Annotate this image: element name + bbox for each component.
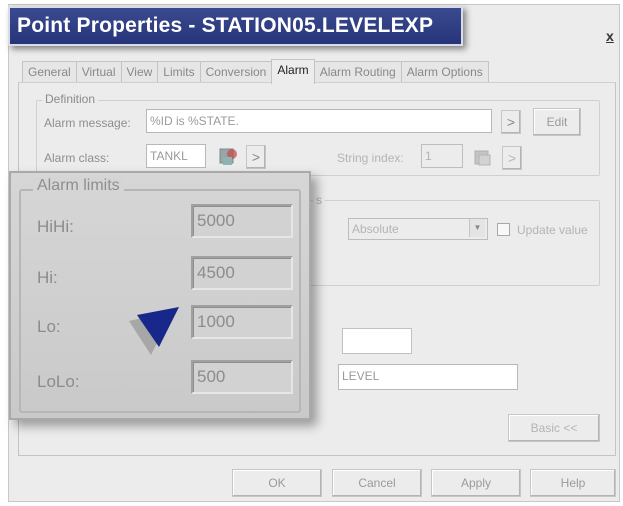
lolo-label: LoLo: — [37, 372, 80, 391]
tab-alarm-routing[interactable]: Alarm Routing — [313, 61, 402, 83]
hihi-label: HiHi: — [37, 217, 74, 236]
alarm-limits-zoom-callout: Alarm limits HiHi: 5000 Hi: 4500 Lo: 100… — [9, 171, 311, 420]
ok-button[interactable]: OK — [232, 469, 322, 497]
alarm-class-browse-button[interactable]: > — [246, 145, 266, 169]
cancel-button[interactable]: Cancel — [332, 469, 422, 497]
alarm-message-input[interactable]: %ID is %STATE. — [146, 109, 492, 133]
deadband-legend: s — [313, 193, 325, 207]
help-button[interactable]: Help — [530, 469, 616, 497]
tab-alarm[interactable]: Alarm — [271, 59, 315, 84]
tab-general[interactable]: General — [22, 61, 77, 83]
definition-legend: Definition — [42, 92, 99, 106]
pointer-arrow-icon — [129, 307, 179, 355]
tab-limits[interactable]: Limits — [157, 61, 201, 83]
close-button[interactable]: x — [606, 28, 614, 44]
string-index-browse-button: > — [502, 146, 522, 170]
tab-conversion[interactable]: Conversion — [199, 61, 273, 83]
alarm-class-label: Alarm class: — [44, 151, 110, 165]
update-value-checkbox — [497, 223, 510, 236]
edit-button[interactable]: Edit — [533, 108, 581, 136]
combo-arrow-icon: ▼ — [469, 219, 485, 237]
hihi-input[interactable]: 5000 — [191, 204, 293, 238]
alarm-message-browse-button[interactable]: > — [501, 110, 521, 134]
hi-input[interactable]: 4500 — [191, 256, 293, 290]
tab-strip: General Virtual View Limits Conversion A… — [22, 59, 489, 84]
tab-virtual[interactable]: Virtual — [75, 61, 122, 83]
tag-input[interactable]: LEVEL — [338, 364, 518, 390]
tab-view[interactable]: View — [120, 61, 159, 83]
deadband-group — [300, 200, 600, 286]
apply-button[interactable]: Apply — [431, 469, 521, 497]
lo-input[interactable]: 1000 — [191, 305, 293, 339]
lolo-input[interactable]: 500 — [191, 360, 293, 394]
string-index-icon — [472, 146, 494, 168]
deadband-mode-combo: Absolute — [348, 218, 488, 240]
alarm-limits-legend: Alarm limits — [33, 177, 124, 195]
hi-label: Hi: — [37, 268, 58, 287]
string-index-input: 1 — [421, 144, 463, 168]
alarm-message-label: Alarm message: — [44, 116, 131, 130]
alarm-class-icon[interactable] — [217, 145, 239, 167]
extra-empty-input[interactable] — [342, 328, 412, 354]
tab-alarm-options[interactable]: Alarm Options — [400, 61, 489, 83]
alarm-class-input[interactable]: TANKL — [146, 144, 206, 168]
string-index-label: String index: — [337, 151, 404, 165]
update-value-label: Update value — [517, 223, 588, 237]
basic-button: Basic << — [508, 414, 600, 442]
window-title: Point Properties - STATION05.LEVELEXP — [8, 6, 463, 46]
lo-label: Lo: — [37, 317, 61, 336]
